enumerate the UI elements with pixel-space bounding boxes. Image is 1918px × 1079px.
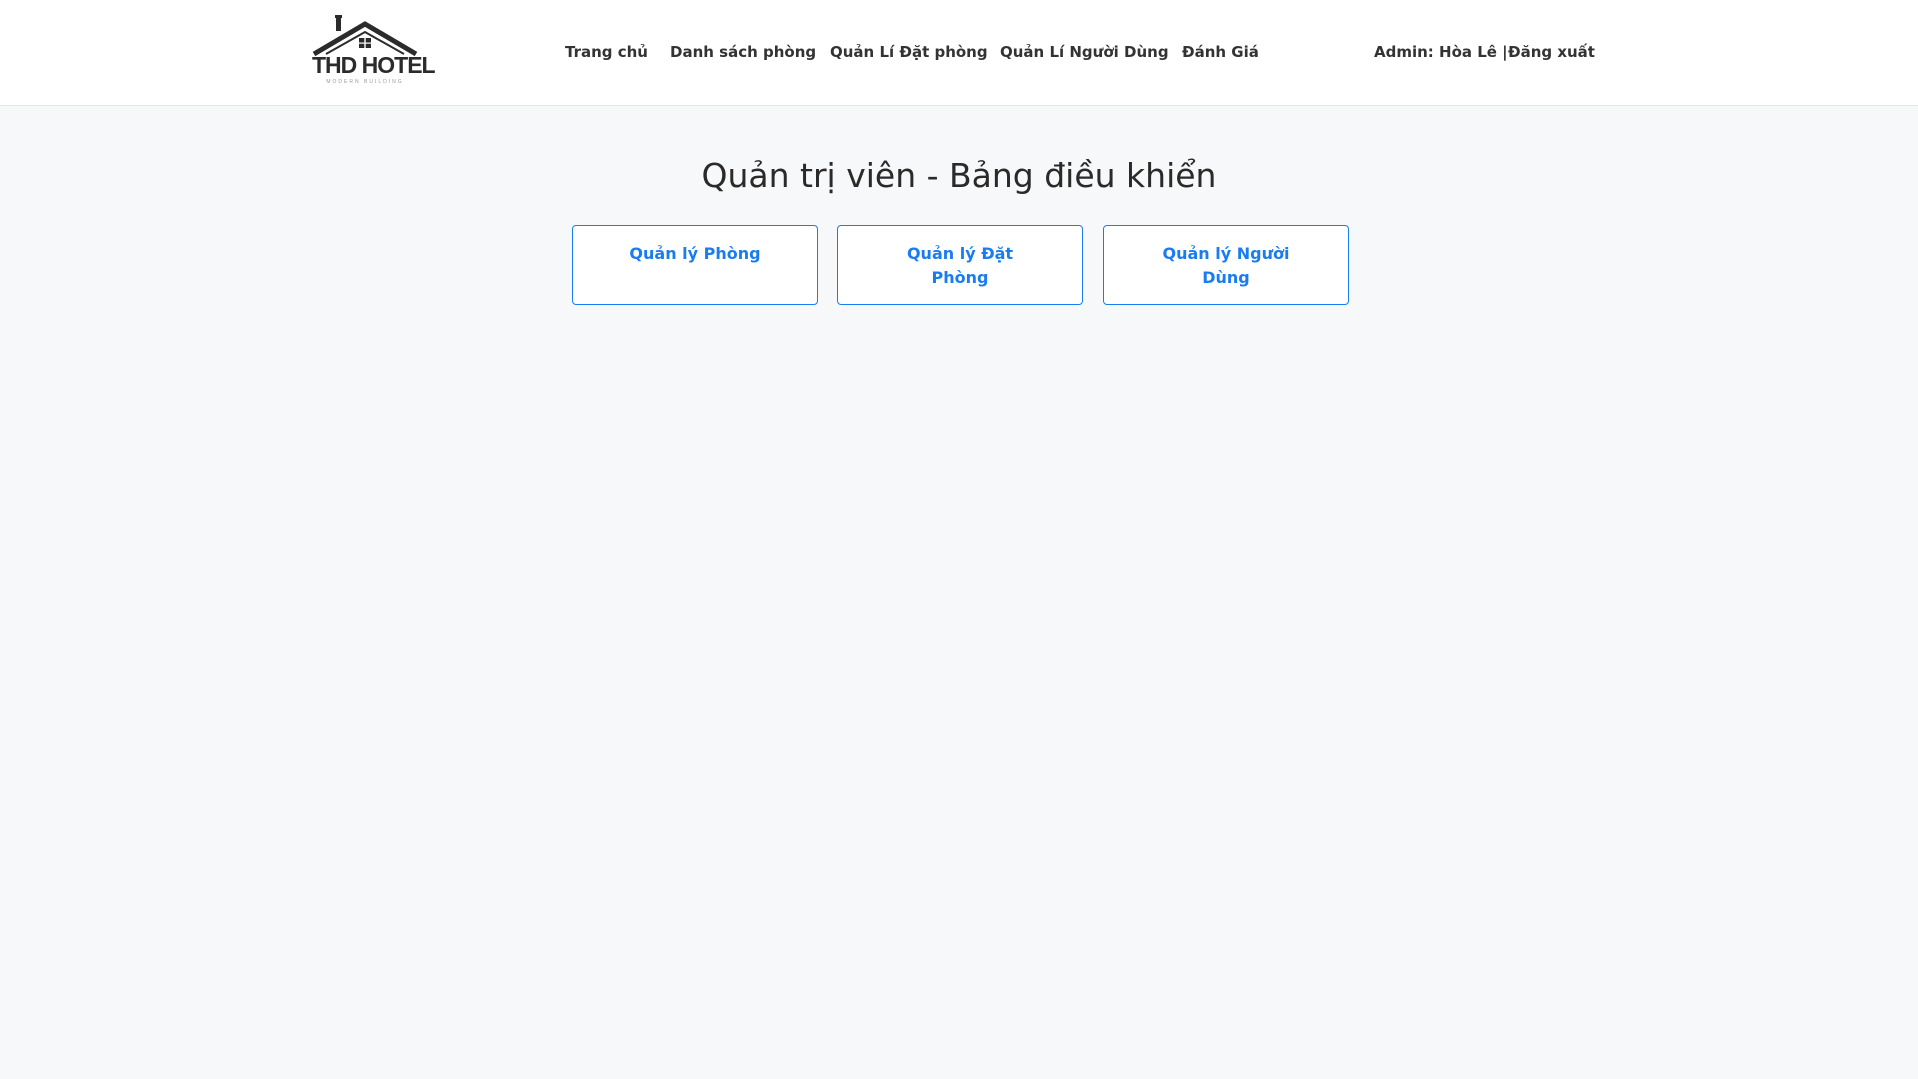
nav-item-booking-management[interactable]: Quản Lí Đặt phòng xyxy=(830,43,988,61)
nav-item-reviews[interactable]: Đánh Giá xyxy=(1182,43,1259,61)
brand-tagline: MODERN BUILDING xyxy=(326,79,404,85)
brand-name: THD HOTEL xyxy=(312,52,436,78)
brand-logo[interactable]: THD HOTEL MODERN BUILDING xyxy=(312,14,436,86)
manage-bookings-card[interactable]: Quản lý Đặt Phòng xyxy=(837,225,1083,305)
manage-users-card[interactable]: Quản lý Người Dùng xyxy=(1103,225,1349,305)
admin-user-label: Admin: Hòa Lê | xyxy=(1374,43,1508,61)
logout-link[interactable]: Đăng xuất xyxy=(1508,43,1595,61)
page-title: Quản trị viên - Bảng điều khiển xyxy=(701,156,1217,195)
manage-rooms-card[interactable]: Quản lý Phòng xyxy=(572,225,818,305)
top-navbar: THD HOTEL MODERN BUILDING Trang chủ Danh… xyxy=(0,0,1918,106)
nav-item-room-list[interactable]: Danh sách phòng xyxy=(670,43,816,61)
nav-item-home[interactable]: Trang chủ xyxy=(565,43,648,61)
nav-item-user-management[interactable]: Quản Lí Người Dùng xyxy=(1000,43,1169,61)
